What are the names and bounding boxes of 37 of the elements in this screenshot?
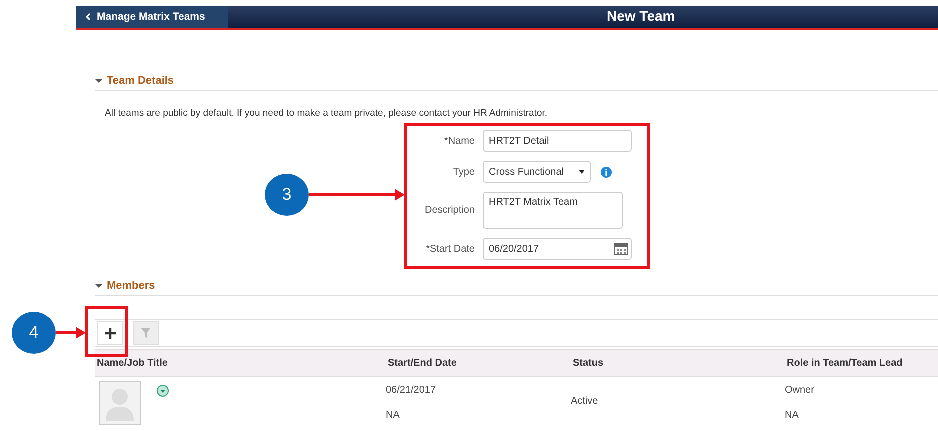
calendar-icon[interactable]: [614, 242, 629, 256]
highlight-frame: [85, 306, 128, 357]
start-date: 06/21/2017: [386, 385, 438, 396]
dropdown-caret-icon: [579, 170, 585, 174]
role-text: Owner: [785, 385, 816, 396]
team-lead-text: NA: [785, 410, 800, 421]
notice-text: All teams are public by default. If you need to make a team private, please contact your HR Administrator.: [105, 108, 549, 119]
step-number-badge: 3: [265, 174, 309, 216]
dropdown-circle-icon[interactable]: [157, 385, 169, 397]
column-header: Start/End Date: [387, 358, 458, 368]
end-date: NA: [386, 410, 401, 421]
field-label: Description: [424, 205, 475, 216]
add-button[interactable]: [97, 321, 123, 345]
plus-icon: [104, 328, 116, 338]
column-header: Status: [572, 358, 605, 368]
callout-arrow: [56, 327, 86, 339]
filter-icon: [141, 328, 151, 338]
column-header: Role in Team/Team Lead: [786, 358, 904, 368]
field-label: Type: [452, 166, 475, 178]
collapse-triangle-icon: [95, 283, 103, 289]
type-dropdown[interactable]: Cross Functional: [483, 161, 591, 183]
section-toggle[interactable]: Team Details: [95, 75, 174, 87]
description-textarea[interactable]: HRT2T Matrix Team: [483, 192, 623, 229]
section-toggle[interactable]: Members: [95, 280, 156, 292]
field-label: *Start Date: [425, 244, 475, 254]
field-label: *Name: [443, 136, 475, 146]
step-number-badge: 4: [12, 312, 56, 354]
avatar-placeholder: [99, 381, 141, 425]
name-input[interactable]: HRT2T Detail: [483, 130, 632, 152]
column-header: Name/Job Title: [96, 358, 169, 368]
back-chevron-icon: [85, 13, 91, 21]
page-title: New Team: [607, 8, 676, 24]
back-button[interactable]: Manage Matrix Teams: [76, 6, 228, 28]
info-icon[interactable]: [601, 166, 612, 178]
collapse-triangle-icon: [95, 78, 103, 84]
status-text: Active: [571, 396, 598, 406]
date-input[interactable]: 06/20/2017: [483, 238, 632, 260]
